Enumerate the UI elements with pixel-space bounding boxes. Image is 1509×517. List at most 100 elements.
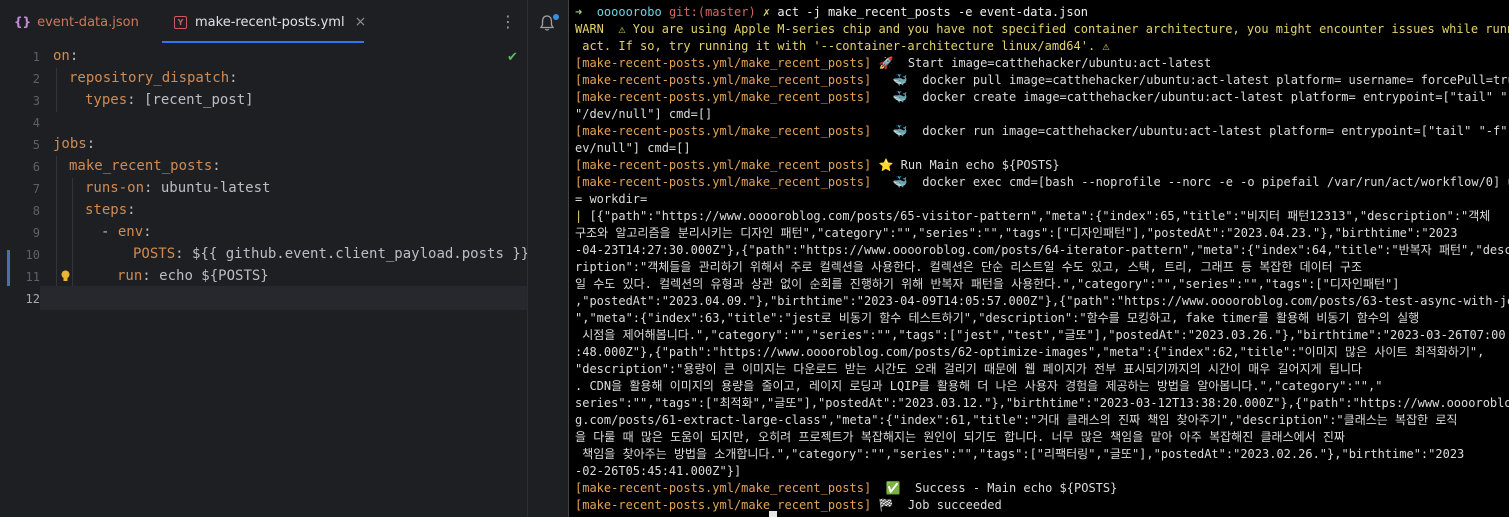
line-number: 7 [32,182,40,196]
tab-label: event-data.json [37,14,139,30]
yaml-key: env [117,224,144,240]
warn-text: ⚠ You are using Apple M-series chip and … [603,22,1509,36]
output-line: "description":"용량이 큰 이미지는 다운로드 받는 시간도 오래… [575,362,1363,376]
yaml-key: repository_dispatch [69,70,230,86]
job-tag: [make-recent-posts.yml/make_recent_posts… [575,481,872,495]
output-line: series":"","tags":["최적화","글또"],"postedAt… [575,396,1509,410]
output-line: -02-26T05:45:41.000Z"}] [575,464,742,478]
active-tab-indicator [162,41,364,43]
tab-make-recent-posts-yml[interactable]: Y make-recent-posts.yml × [174,0,366,44]
log-line: "/dev/null"] cmd=[] [575,107,713,121]
line-number: 2 [32,72,40,86]
output-line: 을 다룰 때 많은 도움이 되지만, 오히려 프로젝트가 복잡해지는 원인이 되… [575,430,1345,444]
code-line[interactable]: POSTS: ${{ github.event.client_payload.p… [133,246,529,262]
terminal-output[interactable]: ➜ ooooorobo git:(master) ✗ act -j make_r… [568,0,1509,517]
output-text: [{"path":"https://www.ooooroblog.com/pos… [582,209,1491,223]
job-tag: [make-recent-posts.yml/make_recent_posts… [575,124,872,138]
command: act -j make_recent_posts -e event-data.j… [777,5,1089,19]
warn-label: WARN [575,22,604,36]
prompt-git: git:( [668,5,706,19]
log-line: [make-recent-posts.yml/make_recent_posts… [575,89,1509,106]
code-line[interactable]: repository_dispatch: [69,70,238,86]
yaml-key: POSTS [133,246,176,262]
log-line: ev/null"] cmd=[] [575,141,691,155]
log-line: [make-recent-posts.yml/make_recent_posts… [575,174,1509,191]
output-line: | [{"path":"https://www.ooooroblog.com/p… [575,208,1490,225]
log-text: 🐳 docker exec cmd=[bash --noprofile --no… [871,175,1509,189]
code-line[interactable]: runs-on: ubuntu-latest [85,180,270,196]
indent-guide [56,156,57,286]
job-tag: [make-recent-posts.yml/make_recent_posts… [575,498,872,512]
json-file-icon: {} [14,15,32,29]
yaml-colon: : [127,202,136,218]
warn-line: act. If so, try running it with '--conta… [575,39,1110,53]
code-line[interactable]: jobs: [53,136,95,152]
yaml-value: : [recent_post] [127,92,254,108]
yaml-colon: : [86,136,96,152]
output-line: ","meta":{"index":63,"title":"jest로 비동기 … [575,311,1420,325]
notification-badge-icon [553,14,559,20]
log-line: = workdir= [575,192,648,206]
code-line[interactable]: on: [53,48,78,64]
job-tag: [make-recent-posts.yml/make_recent_posts… [575,73,872,87]
code-editor[interactable]: {} event-data.json Y make-recent-posts.y… [0,0,529,517]
line-number: 4 [32,116,40,130]
yaml-key: run [117,268,143,284]
yaml-key: runs-on [85,180,145,196]
yaml-colon: : [143,224,152,240]
prompt-dir: ooooorobo [596,5,662,19]
line-number: 8 [32,204,40,218]
side-tool-strip [527,0,568,517]
more-options-icon[interactable]: ⋮ [500,12,516,31]
code-line[interactable]: run: echo ${POSTS} [117,268,269,284]
output-line: ription":"객체들을 관리하기 위해서 주로 컬렉션을 사용한다. 컬렉… [575,260,1363,274]
code-line[interactable]: - env: [101,224,152,240]
output-line: . CDN을 활용해 이미지의 용량을 줄이고, 레이지 로딩과 LQIP를 활… [575,379,1383,393]
yaml-key: types [85,92,128,108]
line-number: 5 [32,138,40,152]
output-line: g.com/posts/61-extract-large-class","met… [575,413,1458,427]
tab-label: make-recent-posts.yml [195,14,345,30]
yaml-colon: : [212,158,221,174]
log-text: ⭐ Run Main echo ${POSTS} [871,158,1060,172]
log-line: [make-recent-posts.yml/make_recent_posts… [575,55,1211,72]
log-text: 🚀 Start image=catthehacker/ubuntu:act-la… [871,56,1212,70]
yaml-colon: : [69,48,79,64]
job-tag: [make-recent-posts.yml/make_recent_posts… [575,158,872,172]
prompt-git-close: ) [748,5,756,19]
yaml-dash: - [101,224,118,240]
job-tag: [make-recent-posts.yml/make_recent_posts… [575,90,872,104]
close-icon[interactable]: × [355,14,367,30]
log-text: 🐳 docker run image=catthehacker/ubuntu:a… [871,124,1509,138]
terminal-cursor [769,511,777,517]
code-line[interactable]: types: [recent_post] [85,92,254,108]
job-tag: [make-recent-posts.yml/make_recent_posts… [575,175,872,189]
yaml-file-icon: Y [174,15,187,29]
line-number: 9 [32,226,40,240]
line-number: 10 [25,248,40,262]
yaml-key: steps [85,202,128,218]
tab-event-data-json[interactable]: {} event-data.json [14,0,139,44]
log-text: 🐳 docker create image=catthehacker/ubunt… [871,90,1509,104]
yaml-value: : ${{ github.event.client_payload.posts … [175,246,530,262]
output-line: :48.000Z"},{"path":"https://www.oooorobl… [575,345,1485,359]
lightbulb-icon[interactable] [60,270,71,282]
yaml-key: make_recent_posts [69,158,213,174]
prompt-arrow: ➜ [575,5,583,19]
line-number: 12 [25,292,40,306]
log-line: [make-recent-posts.yml/make_recent_posts… [575,123,1509,140]
output-line: 일 수도 있다. 컬렉션의 유형과 상관 없이 순회를 진행하기 위해 반복자 … [575,277,1400,291]
output-line: 구조와 알고리즘을 분리시키는 디자인 패턴","category":"","s… [575,226,1458,240]
yaml-key: on [53,48,70,64]
output-line: -04-23T14:27:30.000Z"},{"path":"https://… [575,243,1509,257]
yaml-value: : echo ${POSTS} [142,268,269,284]
line-number: 3 [32,94,40,108]
editor-tab-bar: {} event-data.json Y make-recent-posts.y… [0,0,527,44]
code-line[interactable]: steps: [85,202,136,218]
yaml-key: jobs [53,136,87,152]
current-line-highlight [40,286,527,310]
line-number: 11 [25,270,40,284]
prompt-branch: master [705,5,749,19]
code-line[interactable]: make_recent_posts: [69,158,221,174]
indent-guide [72,178,73,286]
